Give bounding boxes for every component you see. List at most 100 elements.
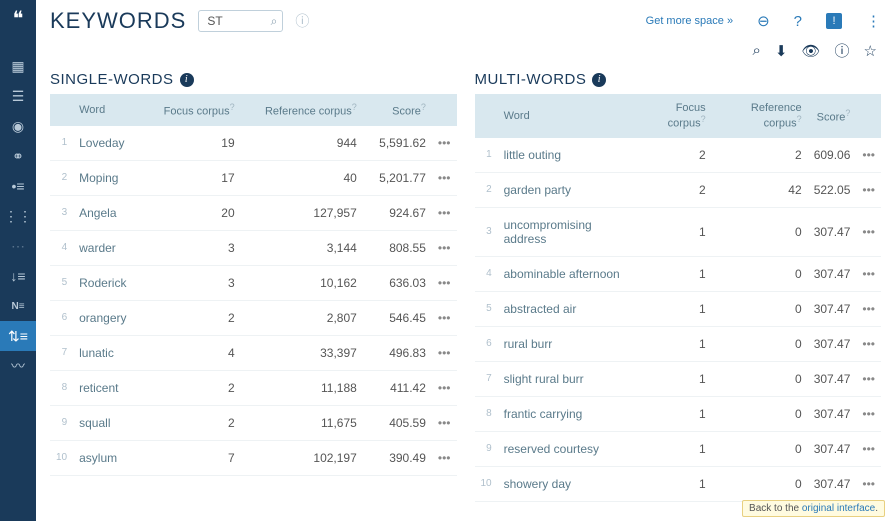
nav-keywords-icon[interactable]: ⇅≡ [0,321,36,351]
star-icon[interactable]: ☆ [864,42,877,60]
row-ref: 944 [241,126,363,161]
page-title: KEYWORDS [50,8,186,34]
row-focus: 1 [635,256,712,291]
table-row[interactable]: 5abstracted air10307.47••• [475,291,882,326]
nav-indent-icon[interactable]: •≡ [0,171,36,201]
row-word: reticent [73,370,143,405]
row-actions-icon[interactable]: ••• [432,370,457,405]
row-ref: 2,807 [241,300,363,335]
row-word: little outing [498,138,635,173]
row-focus: 1 [635,431,712,466]
table-row[interactable]: 7lunatic433,397496.83••• [50,335,457,370]
row-score: 522.05 [808,172,857,207]
row-ref: 40 [241,160,363,195]
table-row[interactable]: 4abominable afternoon10307.47••• [475,256,882,291]
row-focus: 1 [635,326,712,361]
row-actions-icon[interactable]: ••• [856,256,881,291]
row-ref: 0 [712,256,808,291]
nav-downrank-icon[interactable]: ↓≡ [0,261,36,291]
row-actions-icon[interactable]: ••• [856,361,881,396]
row-index: 5 [475,291,498,326]
download-icon[interactable]: ⬇ [775,42,788,60]
table-row[interactable]: 1Loveday199445,591.62••• [50,126,457,161]
row-focus: 3 [143,230,241,265]
row-word: asylum [73,440,143,475]
table-row[interactable]: 5Roderick310,162636.03••• [50,265,457,300]
row-actions-icon[interactable]: ••• [856,326,881,361]
link-icon[interactable]: ⊖ [757,12,770,30]
row-actions-icon[interactable]: ••• [432,440,457,475]
row-actions-icon[interactable]: ••• [432,195,457,230]
single-info-icon[interactable]: i [180,73,194,87]
row-score: 405.59 [363,405,432,440]
row-focus: 1 [635,291,712,326]
nav-rings-icon[interactable]: ⚭ [0,141,36,171]
row-actions-icon[interactable]: ••• [856,466,881,501]
row-actions-icon[interactable]: ••• [432,230,457,265]
header: KEYWORDS ⌕ ⓘ Get more space » ⊖ ? ! ⋮ [36,0,895,38]
table-row[interactable]: 2garden party242522.05••• [475,172,882,207]
row-actions-icon[interactable]: ••• [432,160,457,195]
nav-trend-icon[interactable]: 〰 [0,351,36,381]
row-index: 8 [475,396,498,431]
row-actions-icon[interactable]: ••• [432,300,457,335]
row-score: 546.45 [363,300,432,335]
row-actions-icon[interactable]: ••• [856,431,881,466]
row-index: 3 [475,207,498,256]
zoom-icon[interactable]: ⌕ [753,42,761,59]
row-actions-icon[interactable]: ••• [856,291,881,326]
eye-icon[interactable]: 👁 [801,42,820,60]
row-actions-icon[interactable]: ••• [432,265,457,300]
table-row[interactable]: 10showery day10307.47••• [475,466,882,501]
table-row[interactable]: 2Moping17405,201.77••• [50,160,457,195]
info-icon[interactable]: ⓘ [295,11,309,31]
row-score: 307.47 [808,361,857,396]
col-ref: Reference corpus [751,102,802,130]
row-focus: 19 [143,126,241,161]
feedback-icon[interactable]: ! [826,13,842,29]
table-row[interactable]: 3Angela20127,957924.67••• [50,195,457,230]
table-row[interactable]: 9reserved courtesy10307.47••• [475,431,882,466]
row-actions-icon[interactable]: ••• [856,138,881,173]
table-row[interactable]: 4warder33,144808.55••• [50,230,457,265]
row-focus: 7 [143,440,241,475]
nav-target-icon[interactable]: ◉ [0,111,36,141]
row-actions-icon[interactable]: ••• [432,335,457,370]
table-row[interactable]: 6rural burr10307.47••• [475,326,882,361]
get-more-space-link[interactable]: Get more space » [646,15,733,27]
multi-info-icon[interactable]: i [592,73,606,87]
table-row[interactable]: 1little outing22609.06••• [475,138,882,173]
nav-list-icon[interactable]: ☰ [0,81,36,111]
table-row[interactable]: 7slight rural burr10307.47••• [475,361,882,396]
nav-levels-icon[interactable]: ⋮⋮ [0,201,36,231]
row-word: lunatic [73,335,143,370]
row-actions-icon[interactable]: ••• [856,207,881,256]
multi-words-title: MULTI-WORDS [475,71,587,88]
table-row[interactable]: 10asylum7102,197390.49••• [50,440,457,475]
table-row[interactable]: 3uncompromising address10307.47••• [475,207,882,256]
search-icon[interactable]: ⌕ [271,14,278,29]
row-actions-icon[interactable]: ••• [856,172,881,207]
help-icon[interactable]: ? [794,13,802,30]
row-actions-icon[interactable]: ••• [856,396,881,431]
row-actions-icon[interactable]: ••• [432,126,457,161]
row-word: abstracted air [498,291,635,326]
row-actions-icon[interactable]: ••• [432,405,457,440]
nav-ne-icon[interactable]: N≡ [0,291,36,321]
nav-grid-icon[interactable]: ▦ [0,51,36,81]
table-row[interactable]: 8frantic carrying10307.47••• [475,396,882,431]
info2-icon[interactable]: ⓘ [835,40,850,61]
table-row[interactable]: 8reticent211,188411.42••• [50,370,457,405]
table-row[interactable]: 6orangery22,807546.45••• [50,300,457,335]
table-row[interactable]: 9squall211,675405.59••• [50,405,457,440]
row-focus: 2 [143,370,241,405]
row-index: 3 [50,195,73,230]
row-focus: 20 [143,195,241,230]
row-focus: 1 [635,466,712,501]
more-icon[interactable]: ⋮ [866,12,881,30]
col-score: Score [392,106,421,118]
nav-dim-icon[interactable]: ⋯ [0,231,36,261]
row-index: 4 [50,230,73,265]
footer-link[interactable]: Back to the original interface. [742,500,885,517]
row-index: 1 [50,126,73,161]
